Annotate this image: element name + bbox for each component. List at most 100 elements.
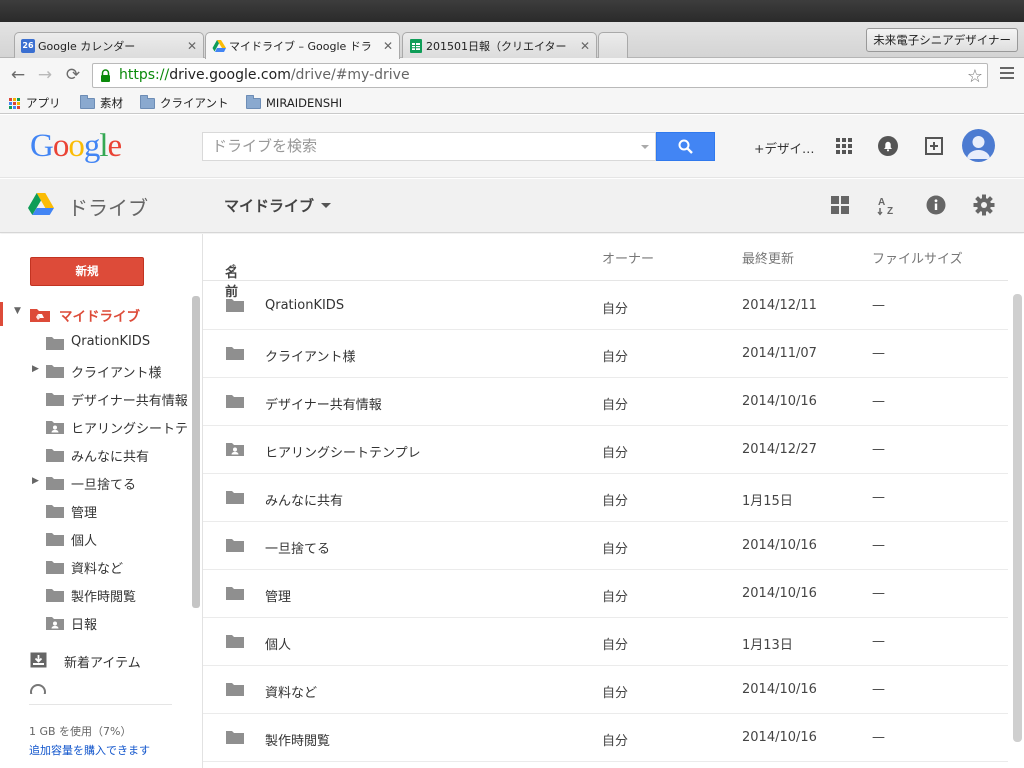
browser-toolbar: ← → ⟳ https://drive.google.com/drive/#my… — [0, 58, 1024, 92]
tab-drive[interactable]: マイドライブ – Google ドラ ✕ — [205, 32, 400, 59]
close-icon[interactable]: ✕ — [580, 39, 590, 53]
address-bar[interactable]: https://drive.google.com/drive/#my-drive… — [92, 63, 988, 88]
file-list: 名前 ↑ オーナー 最終更新 ファイルサイズ QrationKIDS 自分 2014… — [203, 234, 1024, 768]
sort-az-icon[interactable]: AZ — [876, 193, 900, 217]
chrome-menu-icon[interactable] — [1000, 67, 1014, 82]
column-file-size[interactable]: ファイルサイズ — [872, 248, 963, 267]
calendar-favicon: 26 — [21, 38, 35, 53]
file-list-scrollbar[interactable] — [1013, 294, 1022, 742]
forward-icon[interactable]: → — [34, 64, 56, 86]
file-row[interactable]: 資料など 自分 2014/10/16 — — [203, 666, 1008, 714]
bookmark-label: MIRAIDENSHI — [266, 96, 343, 110]
bookmark-folder-client[interactable]: クライアント — [140, 94, 229, 111]
drive-favicon — [212, 39, 226, 53]
new-button[interactable]: 新規 — [30, 257, 144, 286]
sidebar-folder-item[interactable]: 管理 — [0, 498, 192, 522]
sidebar-scrollbar[interactable] — [192, 296, 200, 608]
settings-gear-icon[interactable] — [972, 193, 996, 217]
file-name: 一旦捨てる — [265, 542, 331, 557]
sidebar-folder-label: 資料など — [71, 562, 124, 577]
sidebar-folder-item[interactable]: デザイナー共有情報 — [0, 386, 192, 410]
search-placeholder: ドライブを検索 — [212, 137, 318, 155]
sidebar-item-my-drive[interactable]: ▼ マイドライブ — [0, 302, 192, 326]
file-row[interactable]: QrationKIDS 自分 2014/12/11 — — [203, 282, 1008, 330]
file-row[interactable]: 管理 自分 2014/10/16 — — [203, 570, 1008, 618]
bookmark-folder-sozai[interactable]: 素材 — [80, 94, 123, 111]
file-owner: 自分 — [602, 686, 629, 701]
os-menubar — [0, 0, 1024, 22]
bookmark-label: クライアント — [160, 96, 229, 110]
file-modified-date: 2014/10/16 — [742, 586, 817, 601]
folder-icon — [226, 586, 244, 604]
sidebar: 新規 ▼ マイドライブ QrationKIDS ▶ クライアント様デザイナー共有情報… — [0, 234, 203, 768]
expand-arrow-icon[interactable]: ▶ — [32, 364, 39, 374]
share-add-icon[interactable] — [922, 134, 946, 158]
expand-arrow-icon[interactable]: ▶ — [32, 476, 39, 486]
info-icon[interactable] — [924, 193, 948, 217]
recent-icon[interactable] — [30, 684, 48, 694]
tab-label: 201501日報（クリエイター — [426, 39, 567, 53]
file-owner: 自分 — [602, 494, 629, 509]
close-icon[interactable]: ✕ — [383, 39, 393, 53]
notifications-bell-icon[interactable] — [876, 134, 900, 158]
grid-view-icon[interactable] — [828, 193, 852, 217]
back-icon[interactable]: ← — [7, 64, 29, 86]
file-modified-date: 2014/10/16 — [742, 394, 817, 409]
account-avatar[interactable] — [962, 129, 995, 162]
sidebar-folder-label: クライアント様 — [71, 366, 162, 381]
buy-storage-link[interactable]: 追加容量を購入できます — [29, 742, 150, 758]
sidebar-folder-item[interactable]: ▶ 一旦捨てる — [0, 470, 192, 494]
bookmark-folder-miraidenshi[interactable]: MIRAIDENSHI — [246, 94, 343, 111]
chevron-down-icon — [321, 203, 332, 208]
tab-sheets[interactable]: 201501日報（クリエイター ✕ — [402, 32, 597, 58]
search-options-icon[interactable] — [641, 145, 649, 149]
close-icon[interactable]: ✕ — [187, 39, 197, 53]
sidebar-folder-item[interactable]: 製作時閲覧 — [0, 582, 192, 606]
column-last-modified[interactable]: 最終更新 — [742, 248, 794, 267]
tab-label: Google カレンダー — [38, 39, 136, 53]
bookmark-label: アプリ — [26, 96, 61, 110]
bookmark-apps[interactable]: アプリ — [9, 95, 61, 111]
column-owner[interactable]: オーナー — [602, 248, 654, 267]
file-row[interactable]: みんなに共有 自分 1月15日 — — [203, 474, 1008, 522]
sidebar-item-incoming[interactable]: 新着アイテム — [0, 648, 192, 672]
apps-launcher-icon[interactable] — [832, 134, 856, 158]
reload-icon[interactable]: ⟳ — [62, 64, 84, 86]
drive-search-input[interactable]: ドライブを検索 — [202, 132, 656, 161]
expand-arrow-icon[interactable]: ▼ — [14, 306, 21, 316]
sidebar-folder-item[interactable]: みんなに共有 — [0, 442, 192, 466]
tab-calendar[interactable]: 26 Google カレンダー ✕ — [14, 32, 204, 58]
location-dropdown[interactable]: マイドライブ — [224, 195, 332, 216]
sidebar-folder-item[interactable]: 個人 — [0, 526, 192, 550]
sidebar-folder-item[interactable]: 資料など — [0, 554, 192, 578]
file-size: — — [872, 538, 885, 553]
google-plus-profile-link[interactable]: +デザイ… — [754, 138, 814, 157]
sidebar-folder-item[interactable]: 日報 — [0, 610, 192, 634]
sidebar-folder-item[interactable]: ヒアリングシートテ — [0, 414, 192, 438]
sort-ascending-icon[interactable]: ↑ — [229, 262, 238, 275]
file-owner: 自分 — [602, 446, 629, 461]
bookmarks-bar: アプリ 素材 クライアント MIRAIDENSHI — [0, 92, 1024, 114]
file-row[interactable]: クライアント様 自分 2014/11/07 — — [203, 330, 1008, 378]
file-name: ヒアリングシートテンプレ — [265, 446, 421, 461]
location-label: マイドライブ — [224, 197, 315, 215]
search-button[interactable] — [656, 132, 715, 161]
file-row[interactable]: 個人 自分 1月13日 — — [203, 618, 1008, 666]
google-logo[interactable]: Google — [30, 128, 122, 165]
url-path: /drive/#my-drive — [290, 67, 410, 83]
file-row[interactable]: ヒアリングシートテンプレ 自分 2014/12/27 — — [203, 426, 1008, 474]
folder-icon — [246, 94, 261, 109]
file-name: 個人 — [265, 638, 292, 653]
apps-grid-icon — [9, 97, 20, 109]
bookmark-star-icon[interactable]: ☆ — [967, 65, 983, 88]
file-row[interactable]: デザイナー共有情報 自分 2014/10/16 — — [203, 378, 1008, 426]
profile-button[interactable]: 未来電子シニアデザイナー — [866, 28, 1018, 52]
file-size: — — [872, 442, 885, 457]
sidebar-folder-item[interactable]: ▶ クライアント様 — [0, 358, 192, 382]
new-tab-button[interactable] — [598, 32, 628, 58]
sidebar-folder-item[interactable]: QrationKIDS — [0, 330, 192, 354]
file-row[interactable]: 製作時閲覧 自分 2014/10/16 — — [203, 714, 1008, 762]
folder-icon — [46, 364, 64, 382]
tab-strip: 26 Google カレンダー ✕ マイドライブ – Google ドラ ✕ 2… — [0, 22, 1024, 59]
file-row[interactable]: 一旦捨てる 自分 2014/10/16 — — [203, 522, 1008, 570]
